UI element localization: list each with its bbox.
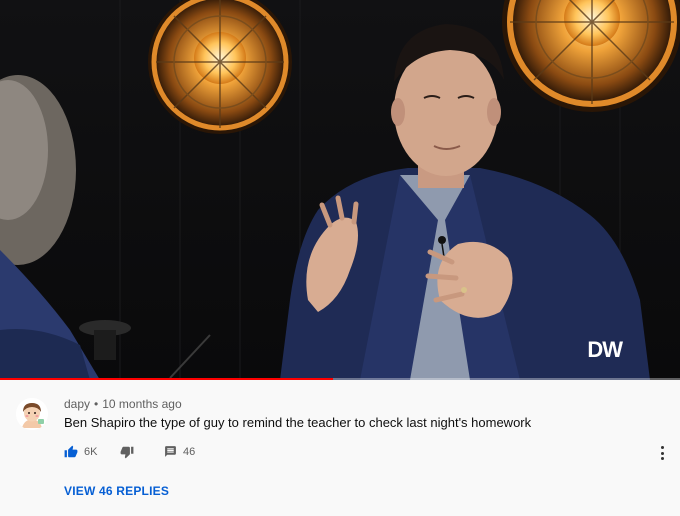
comment-meta: dapy • 10 months ago: [64, 397, 182, 411]
channel-watermark: DW: [587, 337, 623, 362]
comment-body: Ben Shapiro the type of guy to remind th…: [64, 415, 532, 430]
dislike-button[interactable]: [120, 445, 134, 459]
thumbs-down-icon: [120, 446, 134, 459]
reply-button[interactable]: 46: [164, 445, 195, 458]
comment-actions: 6K 46: [64, 445, 664, 463]
progress-fill: [0, 378, 334, 380]
comment-timestamp[interactable]: 10 months ago: [102, 397, 181, 411]
video-frame: [0, 0, 680, 380]
comment-author[interactable]: dapy: [64, 397, 90, 411]
meta-separator: •: [94, 397, 99, 411]
reply-icon: [165, 446, 176, 457]
more-dot: [660, 457, 664, 460]
avatar[interactable]: [16, 398, 48, 430]
like-count: 6K: [84, 446, 98, 458]
more-vertical-icon[interactable]: [660, 446, 664, 460]
avatar-image: [16, 398, 48, 430]
reply-count: 46: [183, 445, 196, 458]
more-dot: [660, 451, 664, 455]
comment-thread: dapy • 10 months ago Ben Shapiro the type …: [0, 382, 680, 516]
more-dot: [660, 446, 664, 449]
view-replies-button[interactable]: VIEW 46 REPLIES: [64, 484, 169, 498]
thumbs-up-icon: [64, 445, 78, 458]
video-player[interactable]: DW: [0, 0, 680, 380]
progress-bar[interactable]: [0, 378, 680, 380]
like-button[interactable]: 6K: [64, 445, 97, 459]
